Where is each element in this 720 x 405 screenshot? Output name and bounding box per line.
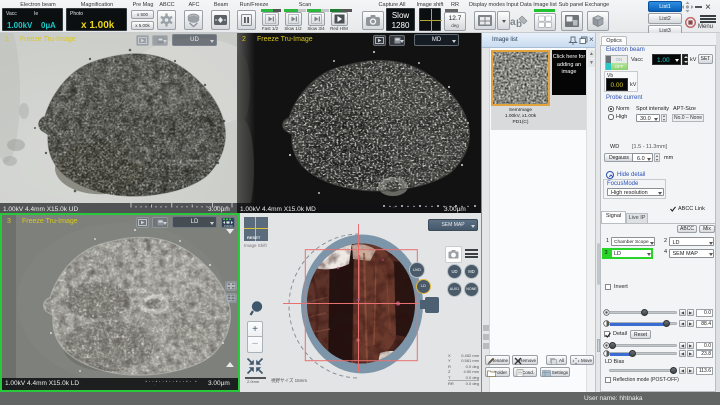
svg-text:P3030: P3030: [224, 224, 233, 227]
